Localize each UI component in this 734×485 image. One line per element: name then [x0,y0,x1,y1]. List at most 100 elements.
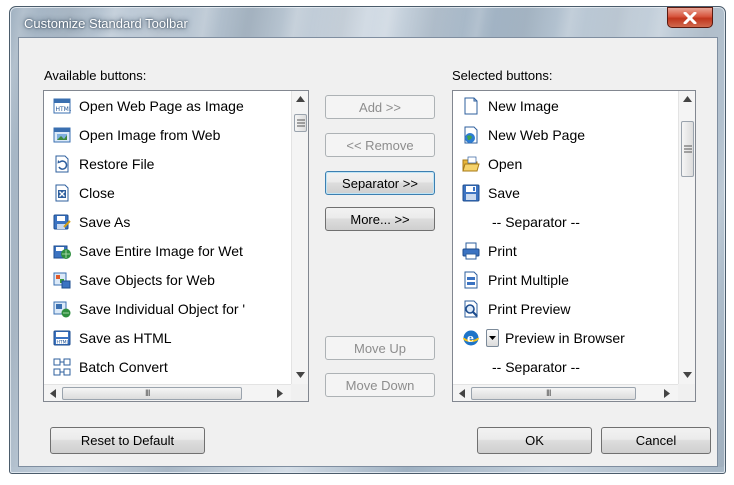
list-item-label: Print Multiple [488,271,569,288]
list-item-label: Save Individual Object for ' [79,300,246,317]
folder-open-icon [460,153,482,175]
list-item[interactable]: HTML Save as HTML [45,323,291,352]
close-file-icon [51,182,73,204]
close-icon [683,11,697,24]
horizontal-scroll-thumb[interactable]: III [62,387,242,400]
floppy-disk-icon [460,182,482,204]
list-item-label: Preview in Browser [505,329,625,346]
save-for-web-icon [51,240,73,262]
list-item-label: -- Separator -- [492,213,580,230]
list-item-label: Save As [79,213,131,230]
list-item[interactable]: Close [45,178,291,207]
scroll-right-icon[interactable] [664,389,670,398]
available-vertical-scrollbar[interactable] [291,91,308,384]
scroll-right-icon[interactable] [277,389,283,398]
list-item[interactable]: Batch Convert [45,352,291,381]
list-item-label: Save [488,184,520,201]
list-item[interactable]: -- Separator -- [454,207,678,236]
batch-convert-icon [51,356,73,378]
dialog-client-area: Available buttons: Selected buttons: HTM… [18,37,718,467]
list-item[interactable]: Print Preview [454,294,678,323]
list-item-label: Close [79,184,115,201]
selected-buttons-label: Selected buttons: [452,68,553,83]
list-item[interactable]: HTML Open Web Page as Image [45,91,291,120]
grip-label: III [546,388,551,398]
list-item-label: Print [488,242,517,259]
list-item[interactable]: Save [454,178,678,207]
vertical-scroll-thumb[interactable] [681,121,694,177]
list-item[interactable]: Save Individual Object for ' [45,294,291,323]
printer-icon [460,240,482,262]
svg-text:HTML: HTML [57,339,70,345]
move-down-button[interactable]: Move Down [325,373,435,397]
grip-icon [297,119,305,127]
scroll-corner [678,384,695,401]
list-item[interactable]: Open Image from Web [45,120,291,149]
selected-vertical-scrollbar[interactable] [678,91,695,384]
list-item[interactable]: -- Separator -- [454,352,678,381]
grip-icon [684,145,692,153]
close-button[interactable] [667,7,713,28]
dropdown-arrow-icon [486,328,499,347]
print-preview-icon [460,298,482,320]
ok-button[interactable]: OK [477,427,592,454]
list-item[interactable]: e Preview in Browser [454,323,678,352]
save-objects-icon [51,269,73,291]
reset-to-default-button[interactable]: Reset to Default [50,427,205,454]
scroll-up-icon[interactable] [296,96,305,102]
html-page-icon: HTML [51,95,73,117]
remove-button[interactable]: << Remove [325,133,435,157]
web-image-icon [51,124,73,146]
list-item-label: New Image [488,97,559,114]
horizontal-scroll-thumb[interactable]: III [471,387,636,400]
vertical-scroll-thumb[interactable] [294,114,307,132]
svg-text:HTML: HTML [56,106,72,113]
list-item[interactable]: New Web Page [454,120,678,149]
save-object-icon [51,298,73,320]
available-items: HTML Open Web Page as Image Open Image fro… [45,91,291,384]
list-item[interactable]: Save Entire Image for Wet [45,236,291,265]
list-item-label: Save as HTML [79,329,172,346]
new-web-page-icon [460,124,482,146]
list-item-label: New Web Page [488,126,586,143]
save-html-icon: HTML [51,327,73,349]
svg-text:e: e [467,332,474,345]
list-item[interactable]: Open [454,149,678,178]
selected-buttons-list[interactable]: New Image New Web Page Open Save -- Separato… [452,90,696,402]
scroll-left-icon[interactable] [459,389,465,398]
window-title: Customize Standard Toolbar [24,16,188,31]
list-item[interactable]: Save Objects for Web [45,265,291,294]
list-item[interactable]: New Image [454,91,678,120]
grip-label: III [145,388,150,398]
more-button[interactable]: More... >> [325,207,435,231]
list-item[interactable]: Print Multiple [454,265,678,294]
selected-horizontal-scrollbar[interactable]: III [453,384,678,401]
browser-preview-icon: e [460,327,482,349]
list-item-label: Open [488,155,523,172]
available-buttons-list[interactable]: HTML Open Web Page as Image Open Image fro… [43,90,309,402]
save-as-icon [51,211,73,233]
list-item-label: Save Objects for Web [79,271,215,288]
scroll-down-icon[interactable] [683,372,692,378]
list-item-label: Open Web Page as Image [79,97,244,114]
scroll-left-icon[interactable] [50,389,56,398]
new-image-icon [460,95,482,117]
available-horizontal-scrollbar[interactable]: III [44,384,291,401]
selected-items: New Image New Web Page Open Save -- Separato… [454,91,678,384]
add-button[interactable]: Add >> [325,95,435,119]
cancel-button[interactable]: Cancel [601,427,711,454]
list-item-label: Open Image from Web [79,126,221,143]
move-up-button[interactable]: Move Up [325,336,435,360]
list-item[interactable]: Print [454,236,678,265]
list-item-label: -- Separator -- [492,358,580,375]
available-buttons-label: Available buttons: [44,68,147,83]
list-item-label: Print Preview [488,300,571,317]
scroll-down-icon[interactable] [296,372,305,378]
restore-file-icon [51,153,73,175]
list-item[interactable]: Restore File [45,149,291,178]
scroll-up-icon[interactable] [683,96,692,102]
separator-button[interactable]: Separator >> [325,171,435,195]
list-item[interactable]: Save As [45,207,291,236]
list-item-label: Batch Convert [79,358,168,375]
list-item-label: Save Entire Image for Wet [79,242,243,259]
